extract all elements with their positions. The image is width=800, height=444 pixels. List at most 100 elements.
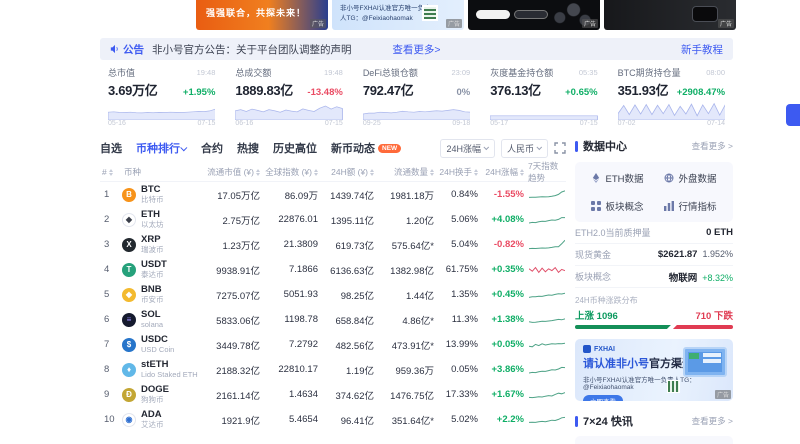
ad-banner-2[interactable]: 非小号FXHAI认准官方唯一负责人TG：@Feixiaohaomak 广告 bbox=[332, 0, 464, 30]
column-header[interactable]: 全球指数 (¥) bbox=[264, 166, 322, 178]
news-more-link[interactable]: 查看更多 > bbox=[692, 415, 733, 427]
sidebar-ad-banner[interactable]: FXHAI 请认准非小号官方渠道 非小号FXHAI认准官方唯一负责人TG：@Fe… bbox=[575, 339, 733, 401]
fullscreen-button[interactable] bbox=[554, 142, 566, 154]
market-cap-cell: 2161.14亿 bbox=[202, 388, 264, 402]
stat-mini-chart bbox=[490, 100, 597, 120]
tab-item[interactable]: 自选 bbox=[100, 140, 122, 156]
table-row[interactable]: 3 X XRP 瑞波币 1.23万亿 21.3809 619.73亿 575.6… bbox=[100, 232, 566, 257]
data-center-header: 数据中心 查看更多 > bbox=[575, 136, 733, 156]
sparkline-chart bbox=[528, 388, 566, 402]
turnover-cell: 17.33% bbox=[438, 389, 482, 400]
stat-timestamp: 19:48 bbox=[324, 68, 343, 77]
column-header[interactable]: 流通市值 (¥) bbox=[202, 166, 264, 178]
column-header[interactable]: 24H换手 bbox=[438, 166, 482, 178]
stat-card[interactable]: BTC期货持仓量 08:00 351.93亿 +2908.47% 07-02 0… bbox=[610, 64, 733, 128]
sparkline-chart bbox=[528, 313, 566, 327]
ad-banner-4[interactable]: 广告 bbox=[604, 0, 736, 30]
coin-name: 瑞波币 bbox=[141, 246, 164, 254]
section-title: 数据中心 bbox=[583, 138, 627, 154]
column-header[interactable]: 7天指数趋势 bbox=[528, 160, 566, 184]
table-row[interactable]: 6 ≡ SOL solana 5833.06亿 1198.78 658.84亿 … bbox=[100, 307, 566, 332]
stat-value: 1889.83亿 bbox=[235, 80, 293, 99]
tab-item[interactable]: 合约 bbox=[201, 140, 223, 156]
sparkline-chart bbox=[528, 238, 566, 252]
change-cell: +3.86% bbox=[482, 364, 528, 375]
supply-cell: 1.20亿 bbox=[378, 213, 438, 227]
qr-code bbox=[667, 380, 680, 393]
turnover-cell: 0.84% bbox=[438, 189, 482, 200]
floating-widget-button[interactable] bbox=[786, 104, 800, 126]
table-row[interactable]: 9 Ð DOGE 狗狗币 2161.14亿 1.4634 374.62亿 147… bbox=[100, 382, 566, 407]
stat-timestamp: 08:00 bbox=[706, 68, 725, 77]
distribution-counts: 上涨 1096 710 下跌 bbox=[575, 308, 733, 322]
news-header: 7×24 快讯 查看更多 > bbox=[575, 411, 733, 431]
market-cap-cell: 9938.91亿 bbox=[202, 263, 264, 277]
metric-eth2-staking[interactable]: ETH2.0当前质押量 0 ETH bbox=[575, 222, 733, 244]
link-market-indicators[interactable]: 行情指标 bbox=[654, 199, 727, 213]
link-foreign-data[interactable]: 外盘数据 bbox=[654, 171, 727, 185]
link-eth-data[interactable]: ETH数据 bbox=[581, 171, 654, 185]
table-row[interactable]: 1 B BTC 比特币 17.05万亿 86.09万 1439.74亿 1981… bbox=[100, 182, 566, 207]
column-header[interactable]: 币种 bbox=[122, 166, 202, 178]
section-accent-bar bbox=[575, 416, 578, 427]
tab-item[interactable]: 新币动态 NEW bbox=[331, 140, 401, 156]
stat-timestamp: 05:35 bbox=[579, 68, 598, 77]
table-row[interactable]: 4 T USDT 泰达币 9938.91亿 7.1866 6136.63亿 13… bbox=[100, 257, 566, 282]
rank-cell: 6 bbox=[100, 314, 122, 325]
volume-cell: 1.19亿 bbox=[322, 363, 378, 377]
price-cell: 7.2792 bbox=[264, 339, 322, 350]
ad-banner-3[interactable]: 广告 bbox=[468, 0, 600, 30]
coin-icon: X bbox=[122, 238, 136, 252]
stat-card[interactable]: 总成交额 19:48 1889.83亿 -13.48% 06-16 07-15 bbox=[227, 64, 350, 128]
announcement-more-link[interactable]: 查看更多> bbox=[392, 42, 440, 57]
change-cell: +0.45% bbox=[482, 289, 528, 300]
change-cell: +2.2% bbox=[482, 414, 528, 425]
table-row[interactable]: 5 ◆ BNB 币安币 7275.07亿 5051.93 98.25亿 1.44… bbox=[100, 282, 566, 307]
ad-banner-1[interactable]: 强强联合，共探未来！ 广告 bbox=[196, 0, 328, 30]
link-sector-concepts[interactable]: 板块概念 bbox=[581, 199, 654, 213]
column-header[interactable]: 流通数量 bbox=[378, 166, 438, 178]
table-row[interactable]: 2 ◆ ETH 以太坊 2.75万亿 22876.01 1395.11亿 1.2… bbox=[100, 207, 566, 232]
ad-pill bbox=[476, 10, 510, 19]
column-header[interactable]: # bbox=[100, 167, 122, 177]
market-cap-cell: 1921.9亿 bbox=[202, 413, 264, 427]
price-cell: 22876.01 bbox=[264, 214, 322, 225]
table-row[interactable]: 8 ♦ stETH Lido Staked ETH 2188.32亿 22810… bbox=[100, 357, 566, 382]
metric-sector-concept[interactable]: 板块概念 物联网 +8.32% bbox=[575, 266, 733, 288]
supply-cell: 1476.75亿 bbox=[378, 388, 438, 402]
chevron-down-icon bbox=[536, 144, 542, 150]
coin-icon: Ð bbox=[122, 388, 136, 402]
change-cell: -1.55% bbox=[482, 189, 528, 200]
ad-banner-1-text: 强强联合，共探未来！ bbox=[196, 0, 328, 19]
tab-item[interactable]: 币种排行 bbox=[136, 140, 187, 156]
table-row[interactable]: 7 $ USDC USD Coin 3449.78亿 7.2792 482.56… bbox=[100, 332, 566, 357]
currency-filter-dropdown[interactable]: 人民币 bbox=[501, 139, 548, 158]
range-filter-dropdown[interactable]: 24H涨幅 bbox=[440, 139, 495, 158]
stat-card[interactable]: DeFi总锁仓额 23:09 792.47亿 0% 09-25 09-18 bbox=[355, 64, 478, 128]
announcement-bar: 公告 非小号官方公告：关于平台团队调整的声明 查看更多> 新手教程 bbox=[100, 38, 733, 60]
stat-date-end: 07-15 bbox=[325, 120, 343, 127]
tab-item[interactable]: 热搜 bbox=[237, 140, 259, 156]
column-header[interactable]: 24H涨幅 bbox=[482, 166, 528, 178]
ad-button[interactable]: 立即查看 bbox=[583, 395, 623, 401]
stat-card[interactable]: 灰度基金持仓额 05:35 376.13亿 +0.65% 05-17 07-15 bbox=[482, 64, 605, 128]
tab-item[interactable]: 历史高位 bbox=[273, 140, 317, 156]
table-row[interactable]: 10 ◉ ADA 艾达币 1921.9亿 5.4654 96.41亿 351.6… bbox=[100, 407, 566, 432]
sparkline-chart bbox=[528, 213, 566, 227]
stat-date-start: 09-25 bbox=[363, 120, 381, 127]
stat-change: +1.95% bbox=[183, 87, 216, 98]
market-cap-cell: 17.05万亿 bbox=[202, 188, 264, 202]
coin-icon: ◆ bbox=[122, 288, 136, 302]
up-count: 1096 bbox=[597, 311, 618, 322]
volume-cell: 98.25亿 bbox=[322, 288, 378, 302]
stat-card[interactable]: 总市值 19:48 3.69万亿 +1.95% 05-16 07-15 bbox=[100, 64, 223, 128]
data-center-more-link[interactable]: 查看更多 > bbox=[692, 140, 733, 152]
metric-spot-gold[interactable]: 现货黄金 $2621.87 1.952% bbox=[575, 244, 733, 266]
device-graphic bbox=[692, 6, 718, 22]
coin-name: USD Coin bbox=[141, 346, 174, 354]
column-header[interactable]: 24H额 (¥) bbox=[322, 166, 378, 178]
distribution-label: 24H币种涨跌分布 bbox=[575, 295, 733, 306]
sparkline-chart bbox=[528, 263, 566, 277]
stat-mini-chart bbox=[363, 100, 470, 120]
beginner-tutorial-link[interactable]: 新手教程 bbox=[681, 42, 723, 57]
